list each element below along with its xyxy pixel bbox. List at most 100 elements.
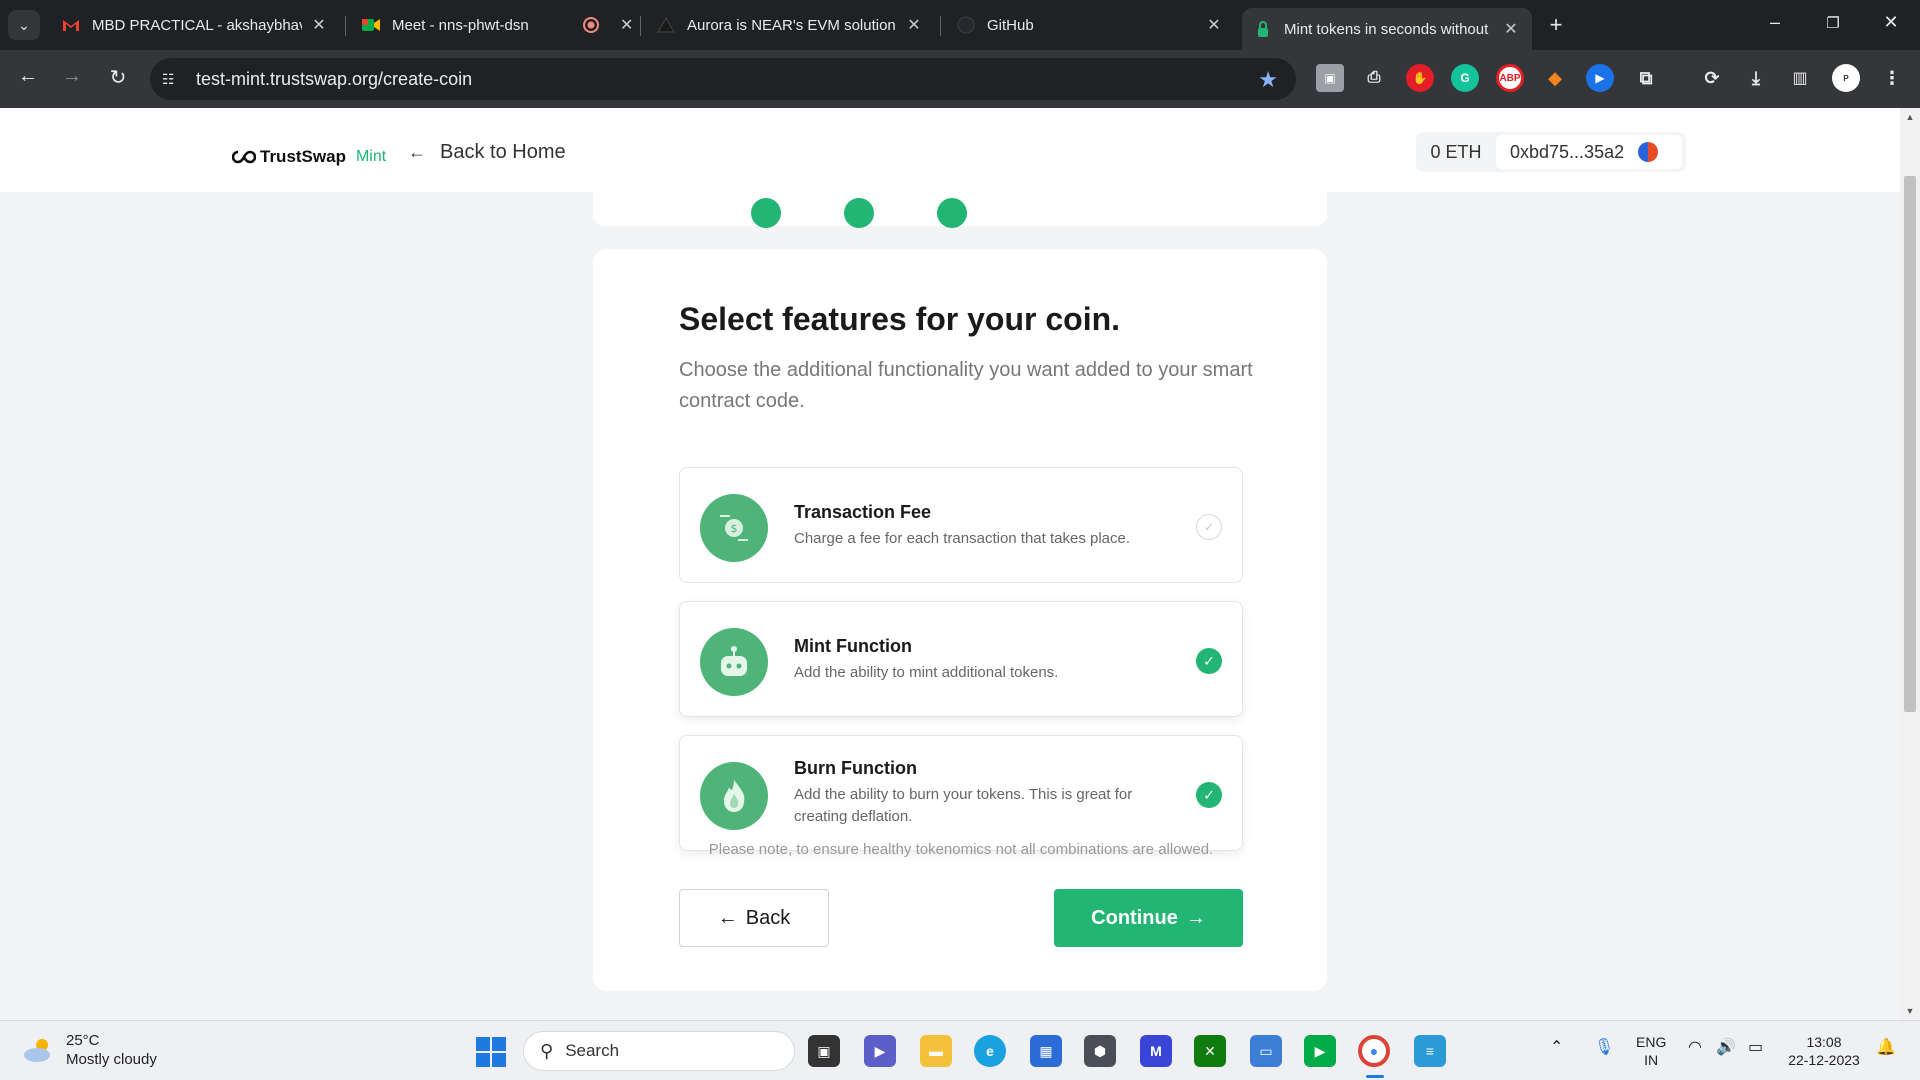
cloud-sun-icon xyxy=(24,1039,50,1062)
file-explorer-icon[interactable]: ▬ xyxy=(920,1035,952,1067)
tab-github[interactable]: GitHub ✕ xyxy=(945,8,1235,42)
extensions-icon[interactable]: ⧉ xyxy=(1632,64,1660,92)
chrome-icon[interactable]: ● xyxy=(1358,1035,1390,1067)
feature-title: Burn Function xyxy=(794,758,917,778)
close-icon[interactable]: ✕ xyxy=(620,15,633,35)
site-info-icon[interactable]: ☷ xyxy=(162,71,182,88)
chevron-up-icon[interactable]: ⌃ xyxy=(1550,1039,1563,1057)
browser-tab-bar: ⌄ MBD PRACTICAL - akshaybhavs ✕ Meet - n… xyxy=(0,0,1920,50)
reload-icon[interactable]: ↻ xyxy=(104,65,132,90)
xbox-icon[interactable]: ✕ xyxy=(1194,1035,1226,1067)
back-to-home-link[interactable]: ← Back to Home xyxy=(408,141,566,164)
clock-time: 13:08 xyxy=(1806,1034,1842,1050)
tab-search-button[interactable]: ⌄ xyxy=(8,10,40,40)
language-code: ENG xyxy=(1636,1034,1667,1050)
scroll-up-icon[interactable]: ▲ xyxy=(1900,112,1920,122)
taskbar-search-label: Search xyxy=(565,1041,620,1060)
grammarly-icon[interactable]: G xyxy=(1451,64,1479,92)
close-icon[interactable]: ✕ xyxy=(1502,19,1520,39)
microsoft-store-icon[interactable]: ▦ xyxy=(1030,1035,1062,1067)
tab-aurora[interactable]: Aurora is NEAR's EVM solution ✕ xyxy=(645,8,935,42)
page-title: Select features for your coin. xyxy=(679,301,1121,337)
address-bar[interactable]: ☷ test-mint.trustswap.org/create-coin ★ xyxy=(150,58,1296,100)
tab-gmail[interactable]: MBD PRACTICAL - akshaybhavs ✕ xyxy=(50,8,340,42)
weather-widget[interactable]: 25°C Mostly cloudy xyxy=(22,1031,157,1069)
adblock-plus-icon[interactable]: ABP xyxy=(1496,64,1524,92)
checkbox-checked-icon[interactable]: ✓ xyxy=(1196,782,1222,808)
clock[interactable]: 13:08 22-12-2023 xyxy=(1786,1033,1862,1069)
side-panel-icon[interactable]: ▥ xyxy=(1786,64,1814,92)
logo-text: TrustSwap xyxy=(260,147,346,166)
back-to-home-label: Back to Home xyxy=(440,141,566,163)
taskbar-search[interactable]: ⚲ Search xyxy=(523,1031,795,1071)
checkbox-unchecked-icon[interactable]: ✓ xyxy=(1196,514,1222,540)
hand-block-icon[interactable]: ✋ xyxy=(1406,64,1434,92)
tab-trustswap-mint[interactable]: Mint tokens in seconds without ✕ xyxy=(1242,8,1532,50)
weather-desc: Mostly cloudy xyxy=(66,1051,157,1068)
close-icon[interactable]: ✕ xyxy=(310,15,328,35)
tokenomics-note: Please note, to ensure healthy tokenomic… xyxy=(708,841,1214,858)
checkbox-checked-icon[interactable]: ✓ xyxy=(1196,648,1222,674)
gmail-icon xyxy=(62,16,80,34)
feature-option-burn-function[interactable]: Burn Function Add the ability to burn yo… xyxy=(679,735,1243,851)
more-menu-icon[interactable]: ⋮ xyxy=(1878,64,1906,92)
infinity-logo-icon xyxy=(232,150,256,164)
feature-title: Mint Function xyxy=(794,636,912,656)
wifi-icon[interactable]: ◠ xyxy=(1688,1039,1702,1057)
wallet-address: 0xbd75...35a2 xyxy=(1510,141,1625,162)
metamask-fox-icon[interactable]: ◆ xyxy=(1541,64,1569,92)
edge-browser-icon[interactable]: e xyxy=(974,1035,1006,1067)
close-icon[interactable]: ✕ xyxy=(1205,15,1223,35)
google-meet-icon[interactable]: ▶ xyxy=(1304,1035,1336,1067)
wallet-address-button[interactable]: 0xbd75...35a2 xyxy=(1496,135,1682,169)
download-icon[interactable]: ⤓ xyxy=(1742,64,1770,92)
feature-option-transaction-fee[interactable]: $ Transaction Fee Charge a fee for each … xyxy=(679,467,1243,583)
scrollbar-thumb[interactable] xyxy=(1904,176,1916,712)
profile-avatar[interactable]: P xyxy=(1832,64,1860,92)
tab-meet[interactable]: Meet - nns-phwt-dsn xyxy=(350,8,550,42)
trustswap-logo[interactable]: TrustSwap Mint xyxy=(232,147,386,167)
mail-app-icon[interactable]: M xyxy=(1140,1035,1172,1067)
feature-description: Add the ability to burn your tokens. Thi… xyxy=(794,786,1133,825)
cube-app-icon[interactable]: ⬢ xyxy=(1084,1035,1116,1067)
back-button[interactable]: ← Back xyxy=(679,889,829,947)
notification-bell-icon[interactable]: 🔔 xyxy=(1876,1039,1896,1057)
extension-puzzle-icon[interactable]: ▣ xyxy=(1316,64,1344,92)
wallet-balance: 0 ETH xyxy=(1430,141,1482,162)
restore-icon[interactable]: ❐ xyxy=(1818,14,1848,32)
tab-recording[interactable]: ✕ xyxy=(570,8,633,42)
region-code: IN xyxy=(1644,1052,1659,1068)
performance-icon[interactable]: ⟳ xyxy=(1698,64,1726,92)
close-window-icon[interactable]: ✕ xyxy=(1876,12,1906,33)
svg-text:$: $ xyxy=(731,522,738,535)
arrow-right-icon: → xyxy=(1185,906,1206,929)
feature-option-mint-function[interactable]: Mint Function Add the ability to mint ad… xyxy=(679,601,1243,717)
notepad-icon[interactable]: ≡ xyxy=(1414,1035,1446,1067)
continue-button[interactable]: Continue → xyxy=(1054,889,1243,947)
scroll-down-icon[interactable]: ▼ xyxy=(1900,1006,1920,1016)
windows-start-icon[interactable] xyxy=(476,1037,506,1067)
bookmark-star-icon[interactable]: ★ xyxy=(1258,67,1278,93)
wallet-widget[interactable]: 0 ETH 0xbd75...35a2 xyxy=(1416,132,1686,172)
arrow-left-icon: ← xyxy=(717,906,738,929)
new-tab-button[interactable]: + xyxy=(1540,10,1572,40)
battery-icon[interactable]: ▭ xyxy=(1748,1039,1763,1057)
close-icon[interactable]: ✕ xyxy=(905,15,923,35)
weather-temp: 25°C xyxy=(66,1032,100,1049)
remote-desktop-icon[interactable]: ▭ xyxy=(1250,1035,1282,1067)
site-header: TrustSwap Mint ← Back to Home 0 ETH 0xbd… xyxy=(0,108,1900,192)
volume-icon[interactable]: 🔊 xyxy=(1716,1039,1736,1057)
minimize-icon[interactable]: – xyxy=(1760,12,1790,33)
browser-toolbar: ← → ↻ ☷ test-mint.trustswap.org/create-c… xyxy=(0,50,1920,108)
step-complete-icon xyxy=(844,198,874,228)
language-indicator[interactable]: ENG IN xyxy=(1636,1033,1666,1069)
back-arrow-icon[interactable]: ← xyxy=(14,65,42,88)
task-view-icon[interactable]: ▣ xyxy=(808,1035,840,1067)
page-scrollbar[interactable]: ▲ ▼ xyxy=(1900,108,1920,1020)
microphone-icon[interactable]: 🎙 xyxy=(1594,1039,1614,1057)
player-extension-icon[interactable]: ▶ xyxy=(1586,64,1614,92)
forward-arrow-icon[interactable]: → xyxy=(58,65,86,88)
teams-chat-icon[interactable]: ▶ xyxy=(864,1035,896,1067)
print-icon[interactable]: ⎙ xyxy=(1360,64,1388,92)
features-card: Select features for your coin. Choose th… xyxy=(593,249,1327,991)
